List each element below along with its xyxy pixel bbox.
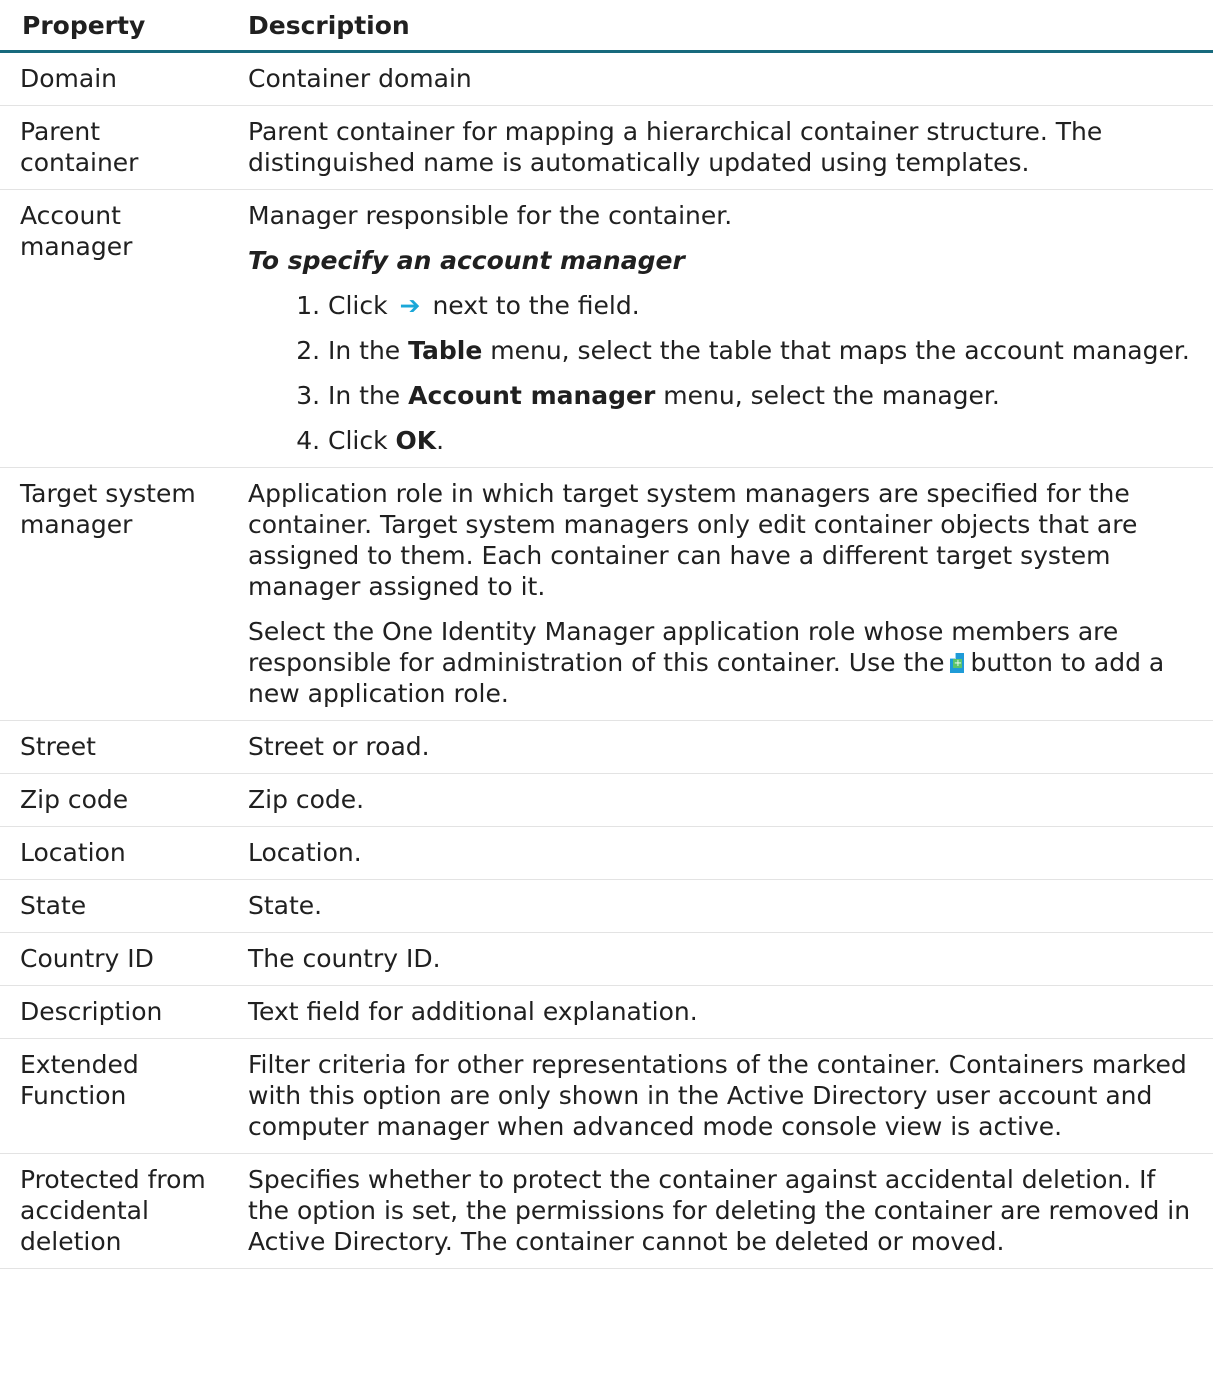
step-text: . [436, 426, 445, 455]
table-row: Target system manager Application role i… [0, 467, 1213, 721]
table-row: Account manager Manager responsible for … [0, 189, 1213, 468]
header-property: Property [0, 0, 228, 53]
description-cell: The country ID. [228, 932, 1213, 986]
step-text: menu, select the manager. [663, 381, 1000, 410]
step-text: In the [328, 381, 401, 410]
property-cell: Account manager [0, 189, 228, 468]
step-text: next to the field. [432, 291, 640, 320]
table-row: State State. [0, 879, 1213, 933]
table-row: Zip code Zip code. [0, 773, 1213, 827]
description-text: Manager responsible for the container. [248, 201, 733, 230]
procedure-steps: Click ➔ next to the field. In the Table … [248, 290, 1203, 456]
property-cell: Street [0, 720, 228, 774]
procedure-title: To specify an account manager [248, 246, 685, 275]
table-row: Location Location. [0, 826, 1213, 880]
table-row: Description Text field for additional ex… [0, 985, 1213, 1039]
description-text: Select the One Identity Manager applicat… [248, 616, 1203, 709]
description-cell: Filter criteria for other representation… [228, 1038, 1213, 1154]
description-cell: Application role in which target system … [228, 467, 1213, 721]
description-cell: Specifies whether to protect the contain… [228, 1153, 1213, 1269]
table-row: Protected from accidental deletion Speci… [0, 1153, 1213, 1269]
description-cell: Manager responsible for the container. T… [228, 189, 1213, 468]
property-cell: Zip code [0, 773, 228, 827]
step-bold: Table [408, 336, 483, 365]
arrow-right-icon: ➔ [399, 291, 421, 320]
header-row: Property Description [0, 0, 1213, 53]
description-cell: State. [228, 879, 1213, 933]
property-cell: Protected from accidental deletion [0, 1153, 228, 1269]
property-cell: State [0, 879, 228, 933]
step-text: In the [328, 336, 401, 365]
new-document-icon: + [950, 653, 965, 673]
property-cell: Parent container [0, 105, 228, 190]
header-description: Description [228, 0, 1213, 53]
description-cell: Zip code. [228, 773, 1213, 827]
description-cell: Street or road. [228, 720, 1213, 774]
step-item: Click OK. [328, 425, 1203, 456]
step-bold: Account manager [408, 381, 656, 410]
step-item: In the Account manager menu, select the … [328, 380, 1203, 411]
step-item: Click ➔ next to the field. [328, 290, 1203, 321]
table-row: Street Street or road. [0, 720, 1213, 774]
table-row: Domain Container domain [0, 51, 1213, 106]
step-item: In the Table menu, select the table that… [328, 335, 1203, 366]
properties-table: Property Description Domain Container do… [0, 0, 1213, 1269]
description-cell: Container domain [228, 51, 1213, 106]
property-cell: Target system manager [0, 467, 228, 721]
step-text: menu, select the table that maps the acc… [490, 336, 1190, 365]
property-cell: Description [0, 985, 228, 1039]
step-bold: OK [395, 426, 437, 455]
step-text: Click [328, 426, 388, 455]
description-cell: Text field for additional explanation. [228, 985, 1213, 1039]
property-cell: Location [0, 826, 228, 880]
table-row: Extended Function Filter criteria for ot… [0, 1038, 1213, 1154]
table-row: Country ID The country ID. [0, 932, 1213, 986]
property-cell: Country ID [0, 932, 228, 986]
property-cell: Extended Function [0, 1038, 228, 1154]
property-cell: Domain [0, 51, 228, 106]
description-cell: Parent container for mapping a hierarchi… [228, 105, 1213, 190]
description-text: Application role in which target system … [248, 479, 1138, 601]
step-text: Click [328, 291, 388, 320]
table-row: Parent container Parent container for ma… [0, 105, 1213, 190]
description-cell: Location. [228, 826, 1213, 880]
